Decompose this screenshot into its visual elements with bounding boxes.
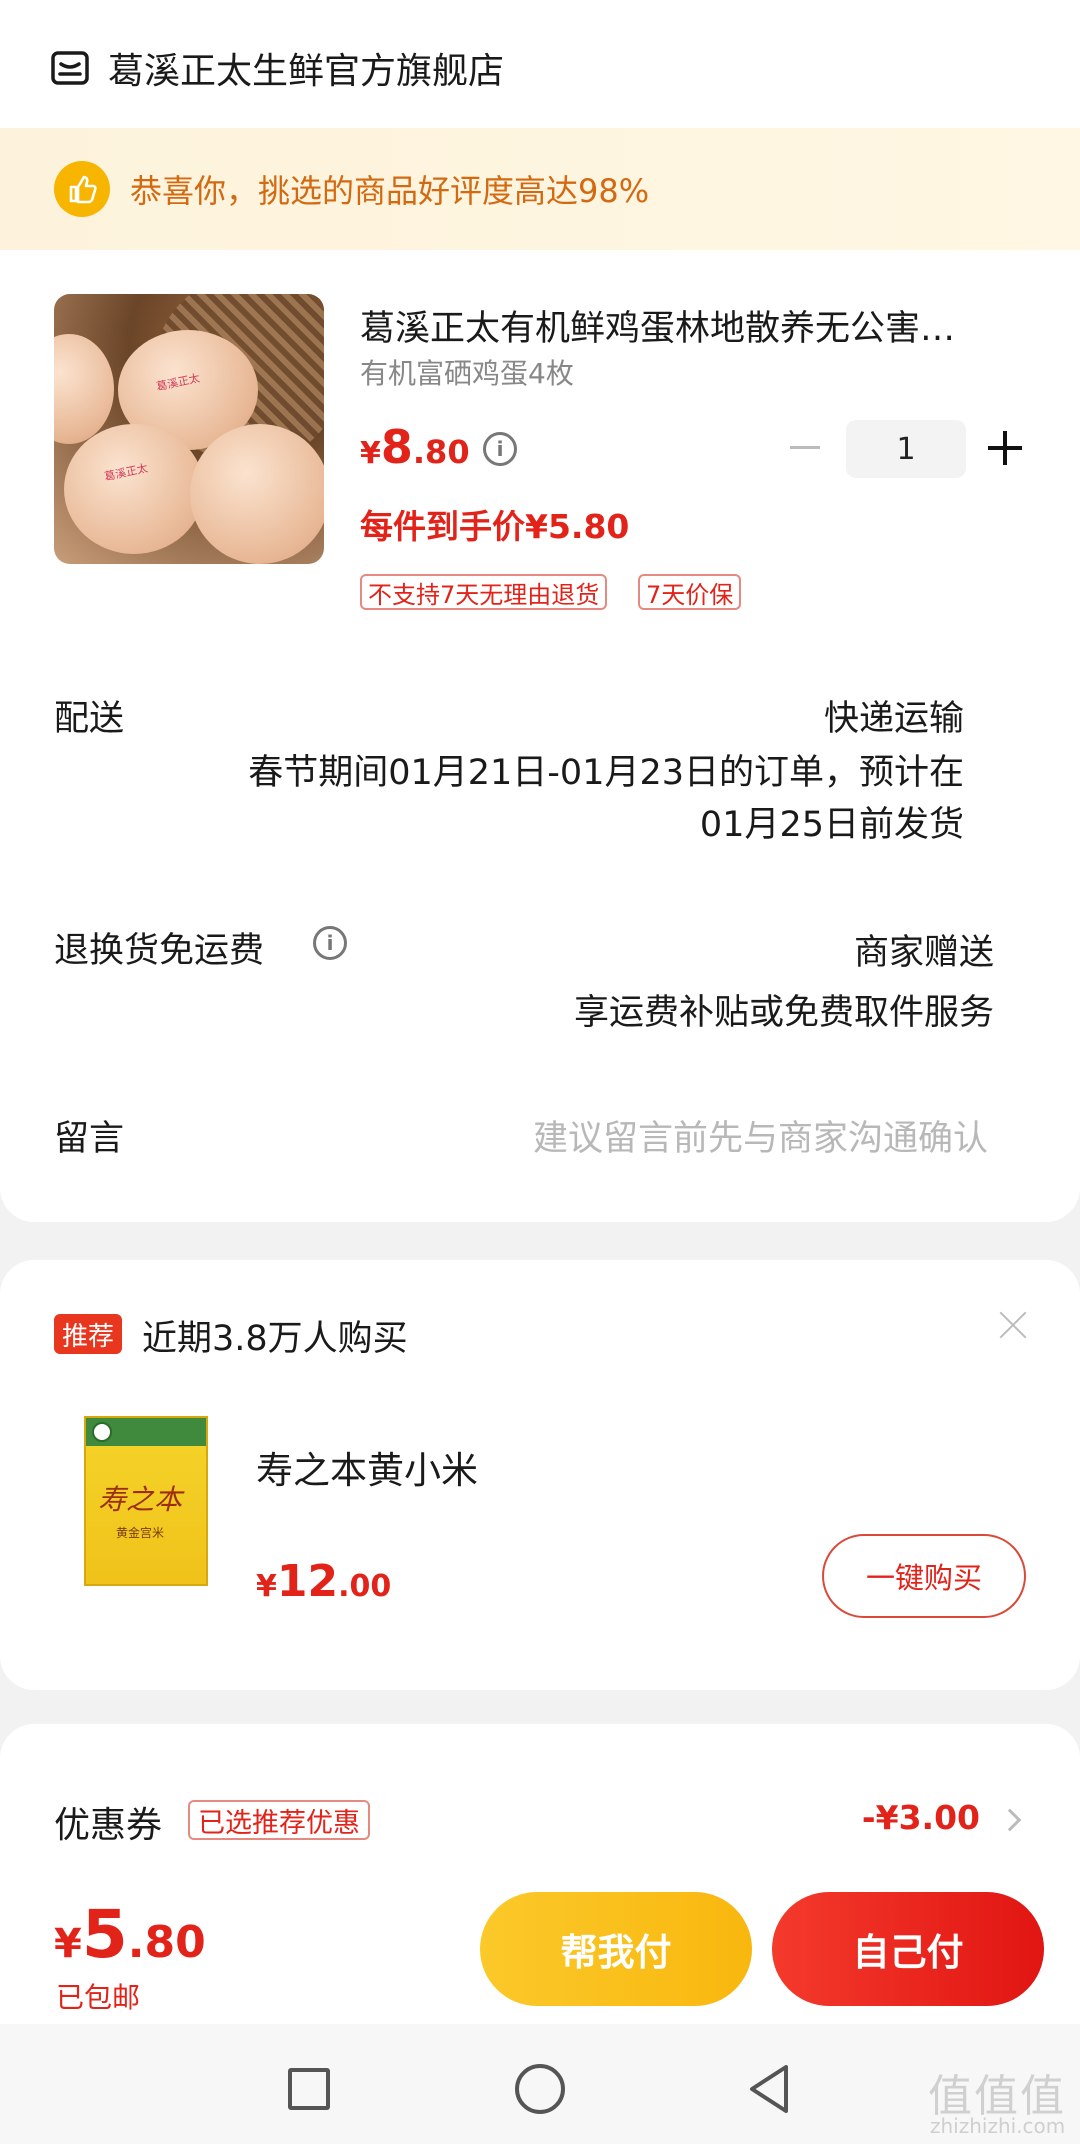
price-symbol: ¥ <box>54 1921 82 1967</box>
price-protect-tag: 7天价保 <box>638 574 742 610</box>
recommend-product-name[interactable]: 寿之本黄小米 <box>256 1440 478 1494</box>
final-price-text: 每件到手价¥5.80 <box>360 507 630 546</box>
package-brand-text: 寿之本 <box>98 1483 183 1516</box>
product-price: ¥ 8 .80 <box>360 420 470 474</box>
quantity-decrease-button[interactable] <box>788 430 822 464</box>
price-integer: 12 <box>276 1556 339 1607</box>
pay-myself-button[interactable]: 自己付 <box>772 1892 1044 2006</box>
back-icon[interactable] <box>746 2062 794 2116</box>
recommend-badge: 推荐 <box>54 1314 123 1354</box>
returns-info-icon[interactable]: i <box>313 926 347 960</box>
coupon-amount: -¥3.00 <box>861 1798 980 1837</box>
egg-stamp-text: 葛溪正太 <box>155 371 201 394</box>
store-name: 葛溪正太生鲜官方旗舰店 <box>108 51 505 92</box>
price-info-icon[interactable]: i <box>483 432 517 466</box>
delivery-method[interactable]: 快递运输 <box>824 690 964 741</box>
chevron-right-icon[interactable] <box>998 1808 1022 1832</box>
total-price: ¥ 5 .80 <box>54 1896 206 1973</box>
praise-text: 恭喜你，挑选的商品好评度高达98% <box>130 172 650 210</box>
close-icon[interactable] <box>998 1310 1028 1340</box>
price-integer: 8 <box>380 420 413 474</box>
price-decimal: .80 <box>412 433 470 471</box>
recent-apps-icon[interactable] <box>288 2068 330 2110</box>
price-integer: 5 <box>81 1896 128 1973</box>
delivery-note-line2: 01月25日前发货 <box>699 805 964 845</box>
delivery-note-line1: 春节期间01月21日-01月23日的订单，预计在 <box>248 753 964 793</box>
returns-value-line2: 享运费补贴或免费取件服务 <box>573 993 994 1033</box>
price-decimal: .00 <box>338 1569 392 1604</box>
system-nav-bar <box>0 2024 1080 2144</box>
message-label: 留言 <box>54 1119 125 1159</box>
quantity-increase-button[interactable] <box>988 430 1024 466</box>
price-symbol: ¥ <box>360 436 381 471</box>
praise-banner: 恭喜你，挑选的商品好评度高达98% <box>0 128 1080 250</box>
quantity-input[interactable]: 1 <box>846 420 966 478</box>
recommend-card: 推荐 近期3.8万人购买 寿之本 黄金宫米 寿之本黄小米 ¥ 12 .00 一键… <box>0 1260 1080 1690</box>
coupon-selected-tag: 已选推荐优惠 <box>188 1800 370 1840</box>
product-title[interactable]: 葛溪正太有机鲜鸡蛋林地散养无公害… <box>360 300 1030 351</box>
recommend-price: ¥ 12 .00 <box>256 1556 391 1607</box>
coupon-label: 优惠券 <box>54 1805 163 1846</box>
order-card: 葛溪正太生鲜官方旗舰店 恭喜你，挑选的商品好评度高达98% 葛溪正太 葛溪正太 … <box>0 0 1080 1222</box>
price-decimal: .80 <box>127 1917 206 1968</box>
one-click-buy-button[interactable]: 一键购买 <box>822 1534 1026 1618</box>
free-shipping-text: 已包邮 <box>56 1981 141 2014</box>
recommend-product-image[interactable]: 寿之本 黄金宫米 <box>84 1416 208 1586</box>
egg-stamp-text: 葛溪正太 <box>103 461 149 484</box>
help-me-pay-button[interactable]: 帮我付 <box>480 1892 752 2006</box>
home-icon[interactable] <box>515 2064 565 2114</box>
price-symbol: ¥ <box>256 1569 277 1604</box>
returns-label: 退换货免运费 <box>54 931 265 971</box>
thumbs-up-icon <box>54 161 110 217</box>
store-header[interactable]: 葛溪正太生鲜官方旗舰店 <box>50 38 504 98</box>
returns-value-line1[interactable]: 商家赠送 <box>854 924 994 975</box>
product-spec[interactable]: 有机富硒鸡蛋4枚 <box>360 352 574 392</box>
no-return-tag: 不支持7天无理由退货 <box>360 574 608 610</box>
recommend-title: 近期3.8万人购买 <box>142 1319 408 1359</box>
store-icon <box>51 51 89 85</box>
message-input[interactable]: 建议留言前先与商家沟通确认 <box>533 1110 988 1161</box>
product-image[interactable]: 葛溪正太 葛溪正太 <box>54 294 324 564</box>
package-sub-text: 黄金宫米 <box>116 1526 165 1540</box>
checkout-bar: ¥ 5 .80 已包邮 帮我付 自己付 <box>0 1874 1080 2024</box>
delivery-label: 配送 <box>54 699 125 739</box>
watermark-site: zhizhizhi.com <box>930 2114 1066 2138</box>
